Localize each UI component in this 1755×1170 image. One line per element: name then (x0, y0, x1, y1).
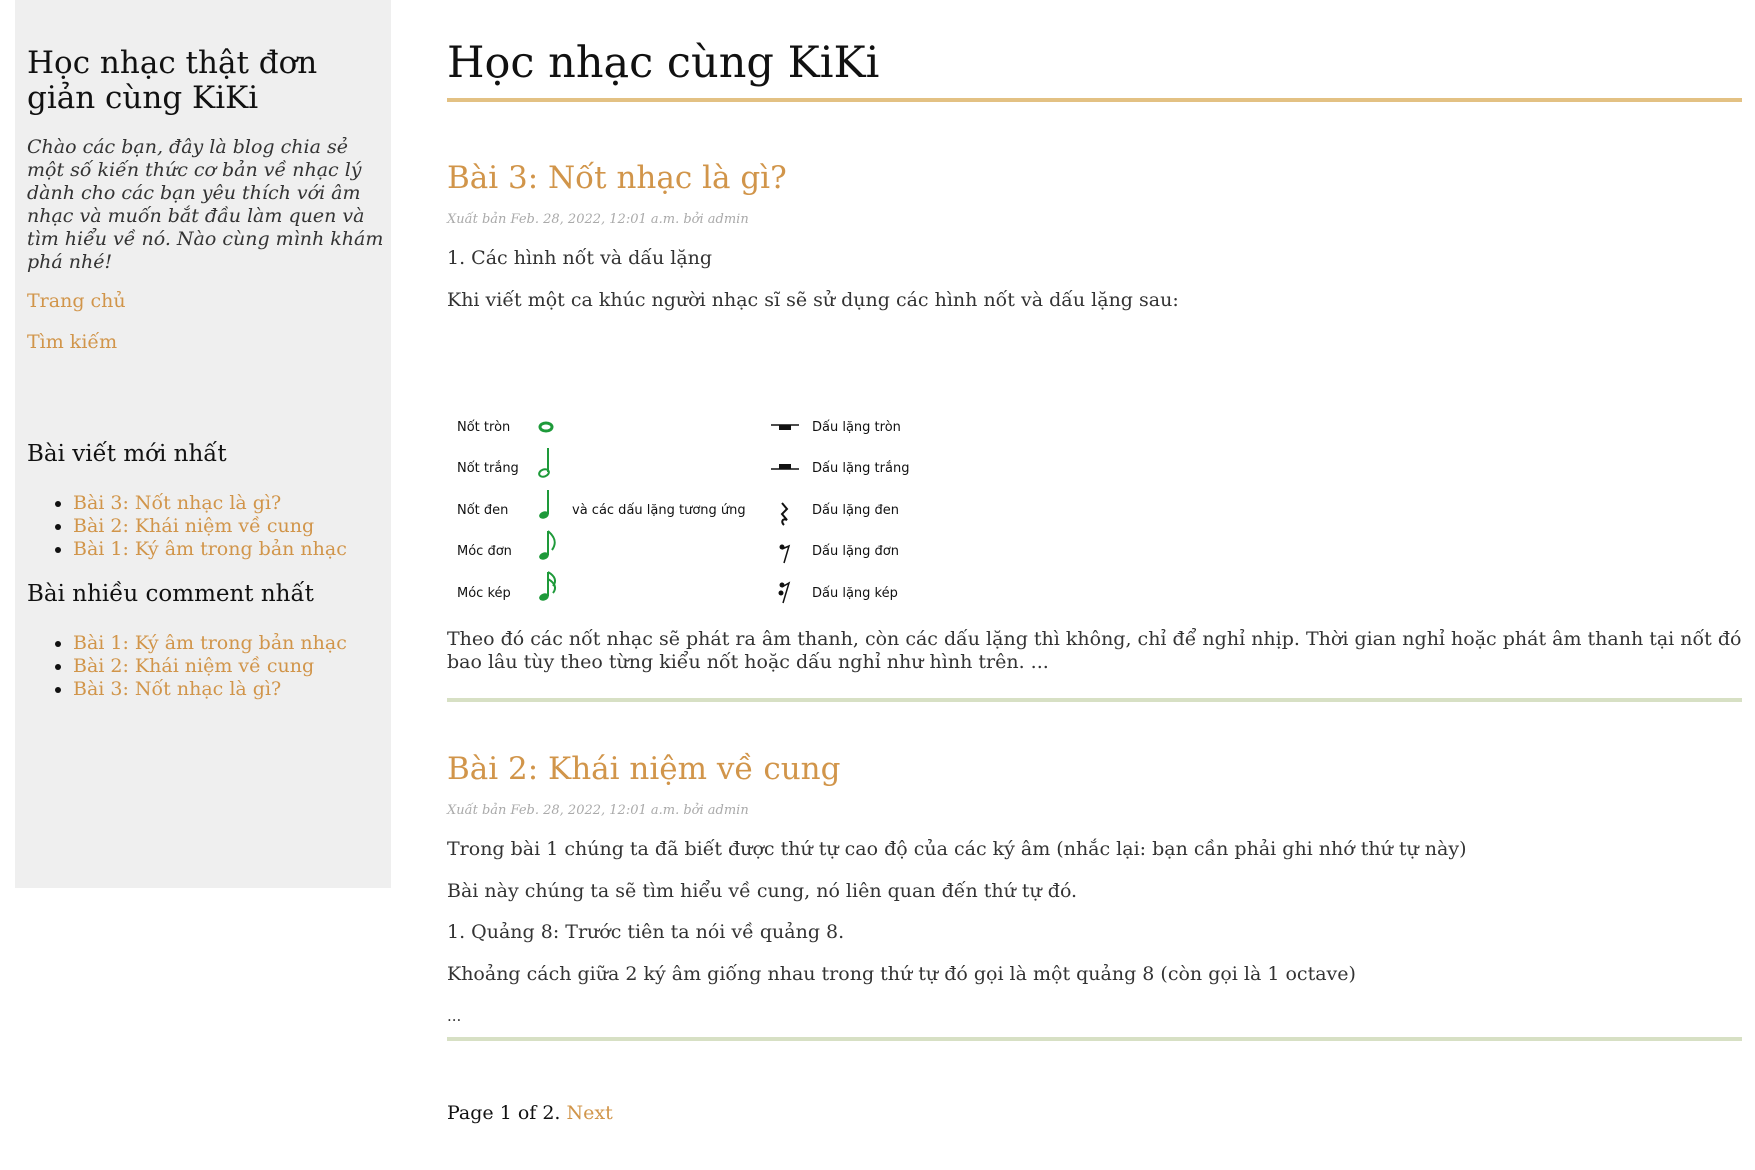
post-title[interactable]: Bài 3: Nốt nhạc là gì? (447, 160, 787, 196)
post-paragraph: 1. Các hình nốt và dấu lặng (447, 247, 713, 269)
site-description: Chào các bạn, đây là blog chia sẻ một số… (27, 136, 384, 273)
note-label: Móc kép (457, 586, 511, 601)
latest-post-link[interactable]: Bài 2: Khái niệm về cung (73, 515, 314, 537)
note-label: Móc đơn (457, 544, 512, 559)
page-indicator: Page 1 of 2. (447, 1102, 561, 1124)
note-label: Nốt đen (457, 503, 509, 518)
post-paragraph: Bài này chúng ta sẽ tìm hiểu về cung, nó… (447, 880, 1078, 902)
post-title[interactable]: Bài 2: Khái niệm về cung (447, 751, 840, 787)
most-commented-link[interactable]: Bài 2: Khái niệm về cung (73, 655, 314, 677)
nav-search-link[interactable]: Tìm kiếm (27, 331, 117, 353)
most-commented-link[interactable]: Bài 1: Ký âm trong bản nhạc (73, 632, 347, 654)
pagination: Page 1 of 2. Next (447, 1102, 613, 1124)
site-title: Học nhạc thật đơn giản cùng KiKi (27, 45, 318, 116)
next-page-link[interactable]: Next (567, 1102, 613, 1124)
post-paragraph: Trong bài 1 chúng ta đã biết được thứ tự… (447, 838, 1467, 860)
blog-title: Học nhạc cùng KiKi (447, 38, 880, 88)
post-meta: Xuất bản Feb. 28, 2022, 12:01 a.m. bởi a… (447, 803, 749, 818)
post-paragraph: Khoảng cách giữa 2 ký âm giống nhau tron… (447, 963, 1356, 985)
post-paragraph: Khi viết một ca khúc người nhạc sĩ sẽ sử… (447, 289, 1179, 311)
rest-label: Dấu lặng kép (812, 586, 898, 601)
latest-posts-heading: Bài viết mới nhất (27, 441, 227, 467)
notes-icon (538, 421, 557, 601)
note-label: Nốt tròn (457, 420, 511, 435)
rest-label: Dấu lặng đơn (812, 544, 899, 559)
most-commented-link[interactable]: Bài 3: Nốt nhạc là gì? (73, 678, 281, 700)
list-item: Bài 1: Ký âm trong bản nhạc (73, 538, 347, 561)
rest-label: Dấu lặng đen (812, 503, 900, 518)
post-summary: Theo đó các nốt nhạc sẽ phát ra âm thanh… (447, 628, 1742, 673)
latest-post-link[interactable]: Bài 1: Ký âm trong bản nhạc (73, 538, 347, 560)
post-divider (447, 1037, 1742, 1041)
figure-middle-label: và các dấu lặng tương ứng (572, 503, 746, 518)
list-item: Bài 2: Khái niệm về cung (73, 515, 347, 538)
post-divider (447, 698, 1742, 702)
post-meta: Xuất bản Feb. 28, 2022, 12:01 a.m. bởi a… (447, 212, 749, 227)
rests-icon (771, 424, 799, 604)
most-commented-heading: Bài nhiều comment nhất (27, 581, 314, 607)
title-divider (447, 98, 1742, 102)
most-commented-list: Bài 1: Ký âm trong bản nhạc Bài 2: Khái … (27, 632, 347, 701)
rest-label: Dấu lặng trắng (812, 461, 910, 476)
list-item: Bài 3: Nốt nhạc là gì? (73, 492, 347, 515)
list-item: Bài 3: Nốt nhạc là gì? (73, 678, 347, 701)
post-paragraph: 1. Quảng 8: Trước tiên ta nói về quảng 8… (447, 921, 845, 943)
note-label: Nốt trắng (457, 461, 519, 476)
latest-posts-list: Bài 3: Nốt nhạc là gì? Bài 2: Khái niệm … (27, 492, 347, 561)
nav-home-link[interactable]: Trang chủ (27, 290, 126, 312)
sidebar: Học nhạc thật đơn giản cùng KiKi Chào cá… (15, 0, 391, 888)
note-types-figure: Nốt tròn Nốt trắng Nốt đen Móc đơn Móc k… (447, 405, 917, 605)
rest-label: Dấu lặng tròn (812, 420, 901, 435)
list-item: Bài 2: Khái niệm về cung (73, 655, 347, 678)
list-item: Bài 1: Ký âm trong bản nhạc (73, 632, 347, 655)
latest-post-link[interactable]: Bài 3: Nốt nhạc là gì? (73, 492, 281, 514)
post-paragraph: ... (447, 1007, 462, 1025)
